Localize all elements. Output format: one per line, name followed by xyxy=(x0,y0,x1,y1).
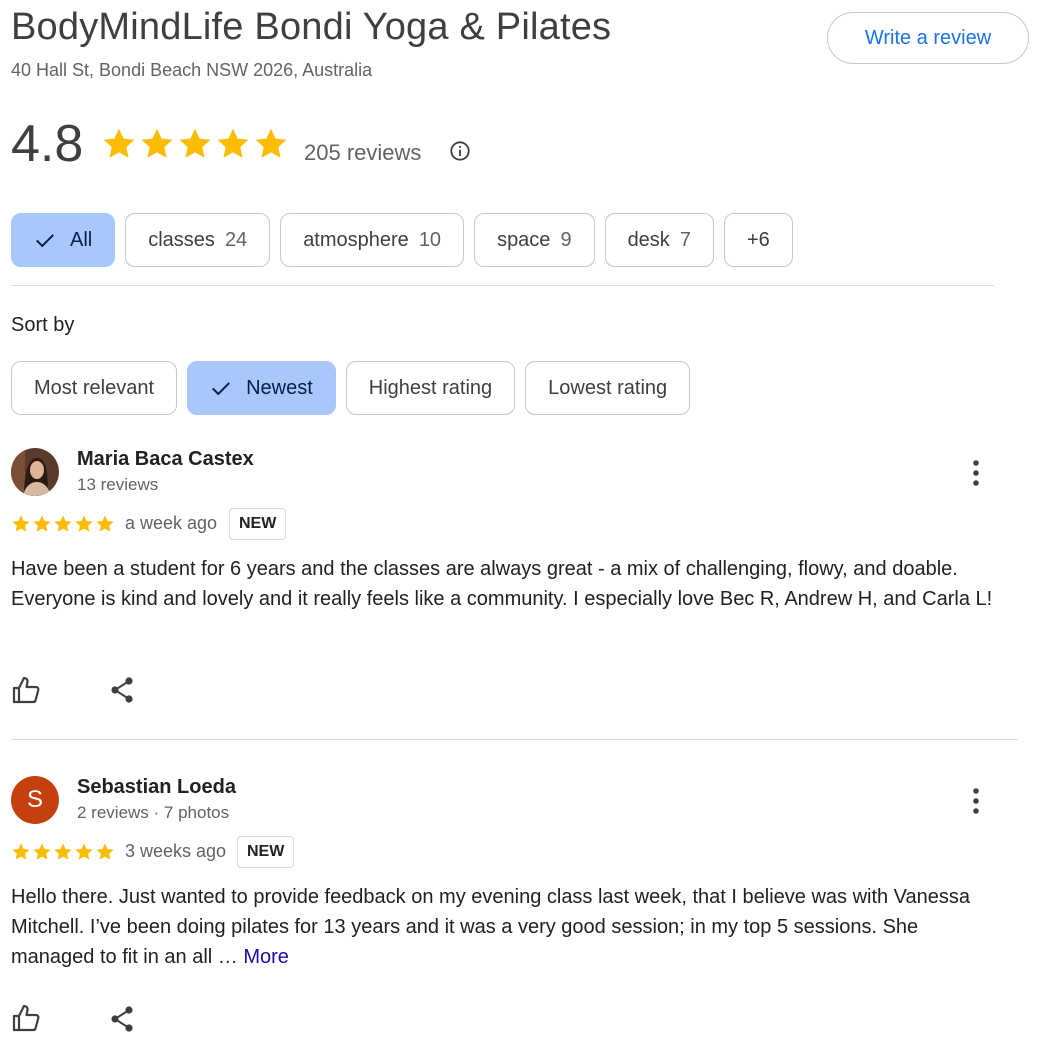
review-date: 3 weeks ago xyxy=(125,841,227,861)
reviewer-photo xyxy=(11,448,59,496)
more-link[interactable]: More xyxy=(243,946,289,968)
review-card: S Sebastian Loeda 2 reviews · 7 photos 3… xyxy=(11,776,1011,1052)
average-rating-stars xyxy=(101,126,289,162)
write-review-button[interactable]: Write a review xyxy=(827,12,1029,64)
chip-count: 7 xyxy=(679,228,691,251)
average-rating: 4.8 xyxy=(11,115,84,173)
more-options-icon[interactable] xyxy=(965,786,987,816)
business-address: 40 Hall St, Bondi Beach NSW 2026, Austra… xyxy=(11,60,373,80)
sort-options: Most relevant Newest Highest rating Lowe… xyxy=(11,361,691,415)
share-icon[interactable] xyxy=(109,676,135,704)
review-text: Hello there. Just wanted to provide feed… xyxy=(11,882,996,972)
chip-label: Newest xyxy=(246,376,313,399)
star-icon xyxy=(54,515,72,532)
chip-all[interactable]: All xyxy=(11,213,116,267)
reviewer-meta: 13 reviews xyxy=(77,475,159,494)
star-icon xyxy=(33,515,51,532)
review-stars xyxy=(11,842,115,862)
chip-more-topics[interactable]: +6 xyxy=(723,213,793,267)
thumbs-up-icon[interactable] xyxy=(11,1003,41,1033)
star-icon xyxy=(179,128,211,158)
chip-label: desk xyxy=(627,228,670,251)
sort-lowest-rating[interactable]: Lowest rating xyxy=(525,361,691,415)
star-icon xyxy=(103,128,135,158)
review-text: Have been a student for 6 years and the … xyxy=(11,558,993,610)
star-icon xyxy=(96,843,114,860)
review-stars xyxy=(11,514,115,534)
new-badge: NEW xyxy=(237,836,295,868)
check-icon xyxy=(36,234,54,248)
chip-label: +6 xyxy=(746,228,770,251)
page-title: BodyMindLife Bondi Yoga & Pilates xyxy=(11,6,612,48)
star-icon xyxy=(12,843,30,860)
star-icon xyxy=(33,843,51,860)
sort-most-relevant[interactable]: Most relevant xyxy=(11,361,178,415)
star-icon xyxy=(54,843,72,860)
reviewer-name[interactable]: Sebastian Loeda xyxy=(77,776,236,799)
check-icon xyxy=(212,382,231,396)
more-options-icon[interactable] xyxy=(965,458,987,488)
chip-desk[interactable]: desk 7 xyxy=(604,213,714,267)
chip-label: atmosphere xyxy=(303,228,409,251)
chip-label: Most relevant xyxy=(34,376,155,399)
sort-by-label: Sort by xyxy=(11,314,75,336)
thumbs-up-icon[interactable] xyxy=(11,675,41,705)
chip-label: space xyxy=(497,228,551,251)
avatar[interactable]: S xyxy=(11,776,59,824)
review-card: Maria Baca Castex 13 reviews a week ago … xyxy=(11,448,1011,728)
review-body: Hello there. Just wanted to provide feed… xyxy=(11,886,971,968)
chip-count: 9 xyxy=(560,228,572,251)
info-icon[interactable] xyxy=(449,140,471,162)
chip-label: Highest rating xyxy=(368,376,493,399)
avatar[interactable] xyxy=(11,448,59,496)
chip-classes[interactable]: classes 24 xyxy=(125,213,271,267)
star-icon xyxy=(75,515,93,532)
review-count: 205 reviews xyxy=(304,140,422,165)
chip-count: 10 xyxy=(418,228,442,251)
chip-count: 24 xyxy=(224,228,248,251)
review-date: a week ago xyxy=(125,513,218,533)
divider xyxy=(11,739,1018,740)
chip-label: classes xyxy=(148,228,215,251)
new-badge: NEW xyxy=(229,508,287,540)
reviewer-meta: 2 reviews · 7 photos xyxy=(77,803,230,822)
chip-space[interactable]: space 9 xyxy=(474,213,595,267)
star-icon xyxy=(255,128,287,158)
star-icon xyxy=(96,515,114,532)
star-icon xyxy=(12,515,30,532)
topic-filter-chips: All classes 24 atmosphere 10 space 9 des… xyxy=(11,213,793,267)
chip-label: All xyxy=(70,228,93,251)
chip-label: Lowest rating xyxy=(548,376,668,399)
star-icon xyxy=(217,128,249,158)
sort-highest-rating[interactable]: Highest rating xyxy=(345,361,516,415)
share-icon[interactable] xyxy=(109,1005,135,1033)
divider xyxy=(11,285,994,286)
chip-atmosphere[interactable]: atmosphere 10 xyxy=(280,213,465,267)
sort-newest[interactable]: Newest xyxy=(187,361,336,415)
reviewer-name[interactable]: Maria Baca Castex xyxy=(77,448,254,471)
star-icon xyxy=(75,843,93,860)
star-icon xyxy=(141,128,173,158)
